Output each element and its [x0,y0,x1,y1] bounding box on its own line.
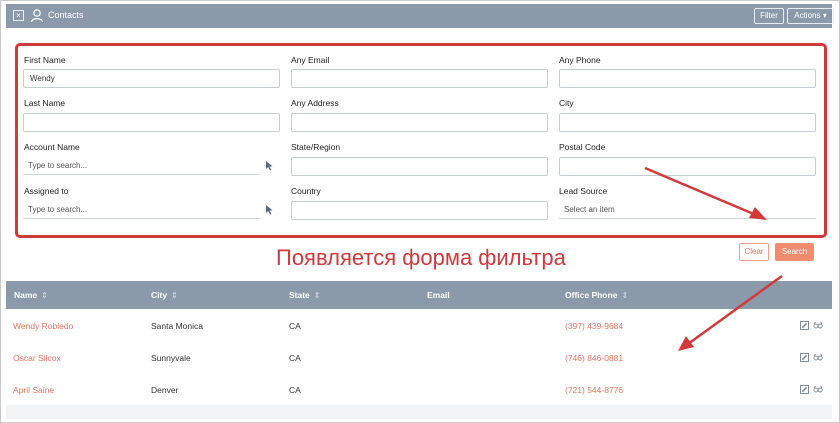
annotation-text: Появляется форма фильтра [276,245,566,270]
actions-button[interactable]: Actions ▾ [787,8,834,24]
phone-link[interactable]: (397) 439-9684 [565,321,623,331]
column-header-city[interactable]: City ⇕ [151,290,178,300]
page-title: Contacts [48,10,84,20]
close-icon[interactable]: × [13,10,24,21]
city-cell: Sunnyvale [151,353,191,363]
phone-link[interactable]: (721) 544-8776 [565,385,623,395]
table-row: Wendy Robledo Santa Monica CA (397) 439-… [6,309,832,341]
edit-icon[interactable] [800,353,809,362]
contact-name-link[interactable]: Oscar Silcox [13,353,61,363]
column-header-office-phone[interactable]: Office Phone ⇕ [565,290,628,300]
sort-icon[interactable]: ⇕ [41,291,48,300]
view-icon[interactable] [813,385,823,394]
phone-link[interactable]: (746) 846-0881 [565,353,623,363]
sort-icon[interactable]: ⇕ [171,291,178,300]
state-cell: CA [289,385,301,395]
state-cell: CA [289,321,301,331]
edit-icon[interactable] [800,321,809,330]
table-row: April Saine Denver CA (721) 544-8776 [6,373,832,405]
filter-button[interactable]: Filter [754,8,784,24]
contact-name-link[interactable]: Wendy Robledo [13,321,73,331]
table-footer [6,405,832,419]
city-cell: Denver [151,385,179,395]
city-cell: Santa Monica [151,321,203,331]
table-row: Oscar Silcox Sunnyvale CA (746) 846-0881 [6,341,832,373]
sort-icon[interactable]: ⇕ [621,291,628,300]
contact-name-link[interactable]: April Saine [13,385,54,395]
highlight-frame [15,43,827,238]
column-header-name[interactable]: Name ⇕ [14,290,48,300]
state-cell: CA [289,353,301,363]
sort-icon[interactable]: ⇕ [314,291,321,300]
module-header: × Contacts Filter Actions ▾ [6,4,834,28]
clear-button[interactable]: Clear [739,243,769,261]
table-header: Name ⇕ City ⇕ State ⇕ Email Office Phone ⇕ [6,281,832,309]
edit-icon[interactable] [800,385,809,394]
person-icon [30,9,44,23]
view-icon[interactable] [813,321,823,330]
search-button[interactable]: Search [775,243,814,261]
column-header-email: Email [427,290,450,300]
column-header-state[interactable]: State ⇕ [289,290,321,300]
view-icon[interactable] [813,353,823,362]
